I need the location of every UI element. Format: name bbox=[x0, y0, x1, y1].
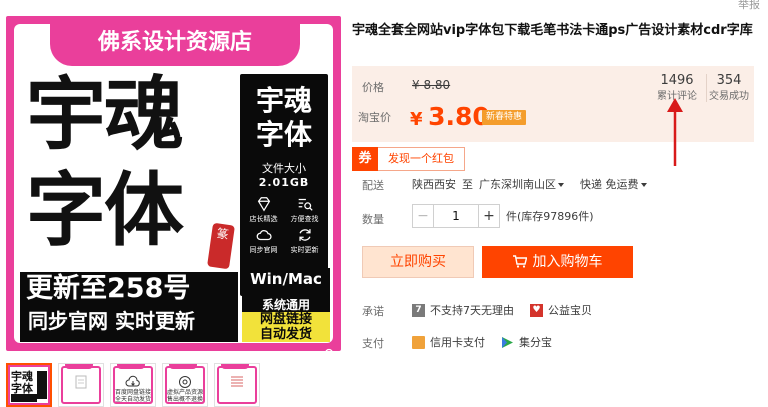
charity-icon: ♥ bbox=[530, 303, 543, 317]
product-page: 举报 佛系设计资源店 宇魂 字体 篆 宇魂 字体 文件大小 2.01GB 店长精选 bbox=[0, 0, 768, 407]
chevron-down-icon bbox=[558, 183, 564, 187]
thumb-caption: 百度网盘链接 全天自动发货 bbox=[114, 389, 151, 403]
qty-plus-button[interactable]: + bbox=[478, 204, 500, 228]
credit-card-icon bbox=[412, 335, 425, 349]
deals-stat: 354 交易成功 bbox=[701, 72, 757, 104]
add-to-cart-label: 加入购物车 bbox=[532, 254, 603, 270]
thumb-main-word: 宇魂 字体 bbox=[11, 370, 33, 395]
thumbnail-2[interactable] bbox=[58, 363, 104, 407]
price-box: 价格 ¥ 8.80 淘宝价 ¥ 3.80 新春特惠 1496 累计评论 354 … bbox=[352, 66, 754, 142]
feature-icons: 店长精选 方便查找 同步官网 实时更新 bbox=[240, 195, 328, 255]
promise-label: 承诺 bbox=[362, 305, 384, 318]
report-link[interactable]: 举报 bbox=[738, 0, 760, 12]
file-size-value: 2.01GB bbox=[258, 176, 310, 189]
gear-icon bbox=[179, 376, 191, 388]
ship-to-select[interactable]: 广东深圳南山区 bbox=[479, 176, 564, 192]
promo-badge: 新春特惠 bbox=[482, 110, 527, 125]
add-to-cart-button[interactable]: 加入购物车 bbox=[482, 246, 633, 278]
search-list-icon bbox=[298, 198, 313, 211]
credit-pay-text[interactable]: 信用卡支付 bbox=[430, 334, 485, 350]
promise-row: 7 不支持7天无理由 ♥ 公益宝贝 bbox=[412, 302, 592, 318]
ship-to-prefix: 至 bbox=[462, 178, 473, 191]
taobao-price-label: 淘宝价 bbox=[358, 111, 391, 124]
cloud-icon bbox=[256, 230, 272, 241]
price-value: 3.80 bbox=[428, 102, 490, 131]
thumbnail-5[interactable] bbox=[214, 363, 260, 407]
coupon-text: 发现一个红包 bbox=[378, 147, 465, 171]
coupon-tag: 券 bbox=[352, 147, 378, 171]
thumbnail-3[interactable]: 百度网盘链接 全天自动发货 bbox=[110, 363, 156, 407]
ship-method-value: 快递 免运费 bbox=[580, 178, 639, 191]
feature-item: 方便查找 bbox=[285, 195, 324, 224]
side-info-panel: 宇魂 字体 文件大小 2.01GB 店长精选 方便查找 同步官网 实时更新 bbox=[240, 74, 328, 296]
seven-day-icon: 7 bbox=[412, 303, 425, 317]
ship-method-select[interactable]: 快递 免运费 bbox=[580, 176, 647, 192]
deals-count: 354 bbox=[716, 73, 742, 88]
sync-text: 同步官网 实时更新 bbox=[28, 309, 195, 333]
product-title: 宇魂全套全网站vip字体包下载毛笔书法卡通ps广告设计素材cdr字库 bbox=[352, 23, 753, 38]
buy-now-button[interactable]: 立即购买 bbox=[362, 246, 474, 278]
chevron-down-icon bbox=[640, 183, 647, 187]
refresh-icon bbox=[298, 229, 311, 241]
original-price: ¥ 8.80 bbox=[412, 78, 451, 92]
shipping-row: 陕西西安 至 广东深圳南山区 快递 免运费 bbox=[412, 176, 647, 192]
netdisk-badge: 网盘链接 自动发货 bbox=[242, 312, 330, 342]
feature-label: 同步官网 bbox=[249, 246, 278, 254]
taobao-price: ¥ 3.80 bbox=[410, 102, 490, 131]
list-icon bbox=[231, 376, 243, 387]
platform-text: Win/Mac bbox=[242, 268, 330, 300]
qty-minus-button[interactable]: − bbox=[412, 204, 434, 228]
reviews-count: 1496 bbox=[660, 73, 694, 88]
feature-label: 实时更新 bbox=[290, 246, 319, 254]
zoom-icon[interactable] bbox=[324, 348, 336, 360]
feature-item: 店长精选 bbox=[244, 195, 283, 224]
main-product-image[interactable]: 佛系设计资源店 宇魂 字体 篆 宇魂 字体 文件大小 2.01GB 店长精选 方便… bbox=[6, 16, 341, 360]
deals-label: 交易成功 bbox=[709, 91, 749, 102]
update-text: 更新至258号 bbox=[26, 273, 191, 304]
side-title: 宇魂 字体 bbox=[255, 84, 312, 151]
main-image-canvas: 佛系设计资源店 宇魂 字体 篆 宇魂 字体 文件大小 2.01GB 店长精选 方便… bbox=[14, 24, 333, 343]
shipping-label: 配送 bbox=[362, 179, 384, 192]
cloud-download-icon bbox=[125, 375, 140, 387]
seal-stamp: 篆 bbox=[207, 222, 235, 270]
thumbnail-1[interactable]: 宇魂 字体 bbox=[6, 363, 52, 407]
red-arrow-annotation bbox=[667, 98, 683, 166]
feature-label: 店长精选 bbox=[249, 215, 278, 223]
diamond-icon bbox=[257, 197, 270, 212]
file-size-label: 文件大小 bbox=[262, 162, 306, 175]
feature-item: 实时更新 bbox=[285, 226, 324, 255]
platform-sub-text: 系统通用 bbox=[242, 298, 330, 312]
coupon[interactable]: 券 发现一个红包 bbox=[352, 147, 465, 171]
jifenbao-icon bbox=[502, 336, 513, 348]
cart-icon bbox=[512, 255, 527, 268]
feature-item: 同步官网 bbox=[244, 226, 283, 255]
big-word-bottom: 字体 bbox=[26, 164, 184, 257]
promise-text[interactable]: 不支持7天无理由 bbox=[430, 302, 514, 318]
doc-icon bbox=[75, 375, 87, 389]
stock-info: 件(库存97896件) bbox=[506, 210, 594, 223]
currency-symbol: ¥ bbox=[410, 109, 423, 130]
jifenbao-text[interactable]: 集分宝 bbox=[519, 334, 552, 350]
qty-input[interactable]: 1 bbox=[434, 204, 478, 228]
payment-row: 信用卡支付 集分宝 bbox=[412, 334, 552, 350]
ship-from: 陕西西安 bbox=[412, 178, 456, 191]
ship-to-value: 广东深圳南山区 bbox=[479, 178, 556, 191]
thumbnail-strip: 宇魂 字体 百度网盘链接 全天自动发货 虚拟产品资源 售出概不退换 bbox=[6, 363, 260, 407]
big-word-top: 宇魂 bbox=[26, 68, 184, 161]
update-banner: 更新至258号 同步官网 实时更新 bbox=[20, 272, 238, 342]
feature-label: 方便查找 bbox=[290, 215, 319, 223]
thumbnail-4[interactable]: 虚拟产品资源 售出概不退换 bbox=[162, 363, 208, 407]
shop-name-banner: 佛系设计资源店 bbox=[50, 24, 300, 66]
thumb-caption: 虚拟产品资源 售出概不退换 bbox=[166, 389, 203, 403]
charity-text[interactable]: 公益宝贝 bbox=[548, 302, 592, 318]
payment-label: 支付 bbox=[362, 337, 384, 350]
quantity-stepper: − 1 + 件(库存97896件) bbox=[412, 204, 594, 228]
quantity-label: 数量 bbox=[362, 213, 384, 226]
price-label: 价格 bbox=[362, 81, 384, 94]
